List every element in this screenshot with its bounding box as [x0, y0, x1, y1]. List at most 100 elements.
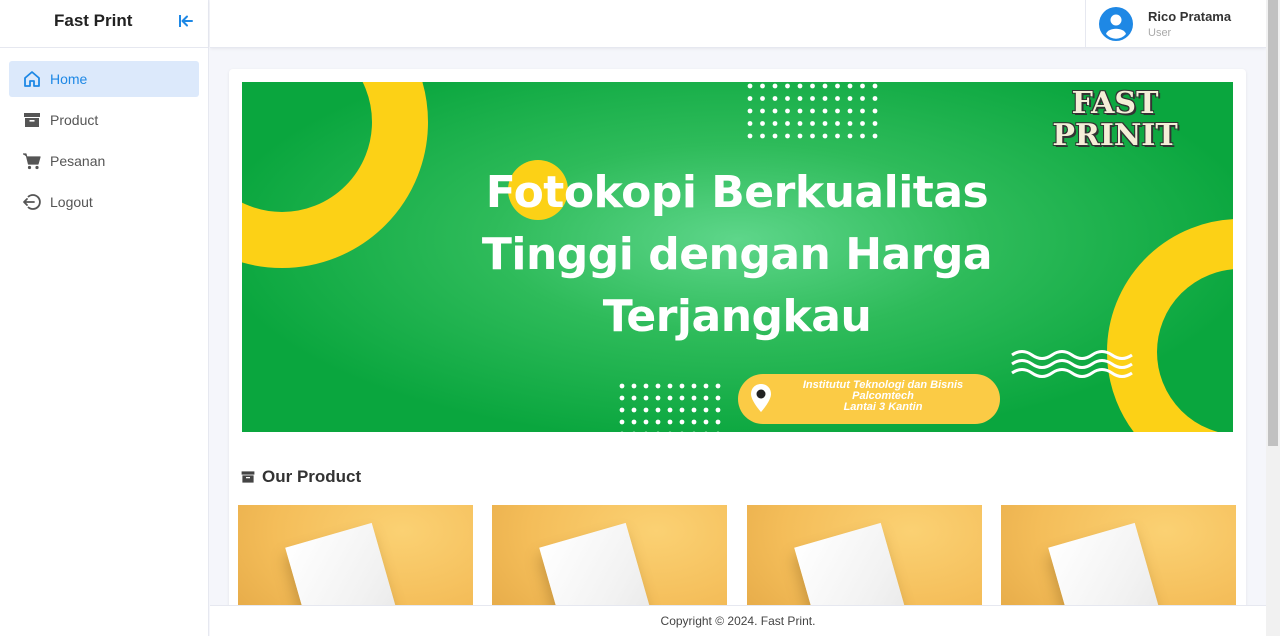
user-avatar-icon	[1099, 7, 1133, 41]
banner-dot	[747, 83, 753, 89]
banner-dot	[655, 395, 661, 401]
banner-dot	[747, 96, 753, 101]
banner-dot	[785, 121, 790, 126]
banner-dot	[835, 83, 840, 89]
banner-dot	[785, 133, 790, 139]
banner-dot	[643, 383, 649, 389]
banner-dot	[619, 419, 625, 425]
banner-dot	[785, 96, 790, 101]
banner-dot	[619, 407, 625, 413]
banner-dot	[772, 83, 778, 89]
banner-dot	[679, 407, 685, 413]
banner-dot	[619, 383, 625, 389]
banner-dot	[655, 407, 661, 413]
banner-dot	[847, 121, 853, 126]
brand-title: Fast Print	[54, 11, 133, 30]
archive-box-icon	[240, 469, 256, 485]
banner-dot	[872, 121, 878, 126]
logout-icon	[22, 192, 42, 212]
sidebar-item-label: Product	[50, 112, 99, 128]
sidebar: Fast Print Home Product Pesanan Logout	[0, 0, 209, 636]
banner-dot	[703, 383, 709, 389]
banner-logo: FAST PRINIT	[1042, 88, 1188, 152]
banner-dot	[619, 395, 625, 401]
banner-heading: Fotokopi Berkualitas Tinggi dengan Harga…	[442, 162, 1032, 348]
banner-dot	[703, 407, 709, 413]
user-menu[interactable]: Rico Pratama User	[1085, 0, 1266, 48]
home-icon	[22, 69, 42, 89]
banner-heading-line: Terjangkau	[602, 291, 872, 342]
banner-dot	[847, 83, 853, 89]
sidebar-item-label: Home	[50, 71, 88, 87]
sidebar-item-pesanan[interactable]: Pesanan	[9, 143, 199, 179]
cart-icon	[22, 151, 42, 171]
banner-heading-line: Tinggi dengan Harga	[481, 229, 993, 280]
banner-dot	[835, 108, 840, 114]
banner-dot	[747, 133, 753, 139]
banner-dot	[797, 96, 803, 101]
banner-dot	[872, 96, 878, 101]
banner-dot	[835, 121, 840, 126]
banner-dot	[785, 108, 790, 114]
banner-heading-line: Fotokopi Berkualitas	[485, 167, 989, 218]
copyright-text: Copyright © 2024. Fast Print.	[660, 614, 816, 628]
banner-dot	[797, 83, 803, 89]
banner-dot	[835, 96, 840, 101]
section-title-our-product: Our Product	[240, 467, 361, 487]
user-role: User	[1148, 27, 1172, 39]
location-badge: Institutut Teknologi dan Bisnis Palcomte…	[738, 374, 1000, 424]
sidebar-item-home[interactable]: Home	[9, 61, 199, 97]
banner-dot	[631, 383, 637, 389]
footer: Copyright © 2024. Fast Print.	[210, 605, 1266, 636]
banner-dot	[810, 133, 815, 139]
banner-dot	[860, 108, 865, 114]
scrollbar-thumb[interactable]	[1268, 0, 1278, 446]
banner-dot	[810, 83, 815, 89]
banner-dot	[860, 83, 865, 89]
banner-dot	[810, 108, 815, 114]
banner-dot	[643, 419, 649, 425]
banner-dot	[772, 121, 778, 126]
banner-dot	[667, 407, 673, 413]
banner-dot	[872, 133, 878, 139]
banner-dot	[715, 395, 721, 401]
banner-dot	[822, 133, 828, 139]
page-scrollbar[interactable]	[1266, 0, 1280, 636]
banner-dot	[679, 383, 685, 389]
banner-dot	[797, 133, 803, 139]
banner-logo-line: PRINIT	[1052, 118, 1178, 153]
banner-dot	[703, 419, 709, 425]
banner-dot	[772, 108, 778, 114]
section-title-text: Our Product	[262, 467, 362, 486]
banner-dot	[822, 121, 828, 126]
banner-dot	[643, 407, 649, 413]
banner-dot	[822, 96, 828, 101]
banner-dot	[691, 395, 697, 401]
banner-dot	[679, 395, 685, 401]
banner-dot	[810, 96, 815, 101]
sidebar-item-label: Pesanan	[50, 153, 106, 169]
banner-logo-line: FAST	[1071, 86, 1159, 121]
collapse-sidebar-icon[interactable]	[177, 12, 195, 30]
location-line: Lantai 3 Kantin	[843, 401, 923, 413]
banner-dot	[860, 96, 865, 101]
banner-dot	[715, 407, 721, 413]
banner-dot	[667, 395, 673, 401]
banner-dot	[860, 121, 865, 126]
banner-dot	[872, 108, 878, 114]
main-content-card: Fotokopi Berkualitas Tinggi dengan Harga…	[229, 69, 1246, 629]
banner-dot	[847, 133, 853, 139]
banner-dot	[655, 419, 661, 425]
banner-dot	[691, 407, 697, 413]
sidebar-item-product[interactable]: Product	[9, 102, 199, 138]
banner-dot	[810, 121, 815, 126]
banner-dot	[772, 133, 778, 139]
sidebar-item-logout[interactable]: Logout	[9, 184, 199, 220]
banner-dot	[760, 133, 765, 139]
banner-dot	[772, 96, 778, 101]
banner-dot	[643, 395, 649, 401]
banner-dot	[760, 83, 765, 89]
banner-dot	[747, 108, 753, 114]
sidebar-brand: Fast Print	[0, 0, 208, 48]
hero-banner: Fotokopi Berkualitas Tinggi dengan Harga…	[242, 82, 1233, 432]
